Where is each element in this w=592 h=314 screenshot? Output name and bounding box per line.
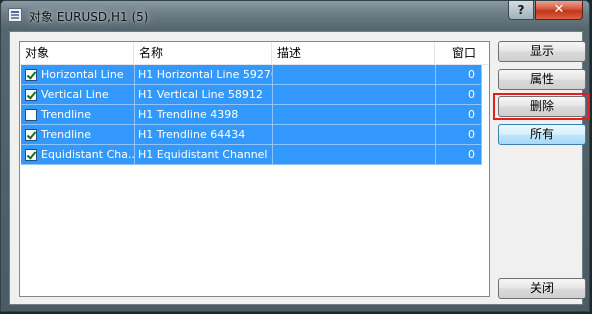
cell-window: 0 <box>436 145 482 165</box>
cell-description <box>273 105 436 125</box>
cell-object: Equidistant Cha... <box>21 145 135 165</box>
show-button[interactable]: 显示 <box>498 41 586 62</box>
list-header: 对象 名称 描述 窗口 <box>20 42 489 65</box>
cell-name: H1 Equidistant Channel ... <box>135 145 273 165</box>
close-button[interactable]: 关闭 <box>498 278 586 299</box>
cell-object: Trendline <box>21 125 135 145</box>
all-button[interactable]: 所有 <box>498 124 586 145</box>
cell-name: H1 Vertical Line 58912 <box>135 85 273 105</box>
cell-window: 0 <box>436 105 482 125</box>
table-row[interactable]: Horizontal Line H1 Horizontal Line 59276 0 <box>21 65 482 85</box>
cell-name: H1 Trendline 4398 <box>135 105 273 125</box>
title-bar[interactable]: 对象 EURUSD,H1 (5) ? ✕ <box>1 1 589 31</box>
cell-window: 0 <box>436 85 482 105</box>
object-type-label: Equidistant Cha... <box>41 148 135 161</box>
column-header-object[interactable]: 对象 <box>20 42 134 64</box>
dialog-client-area: 对象 名称 描述 窗口 Horizontal Line H1 Horizontal… <box>9 31 590 305</box>
window-title: 对象 EURUSD,H1 (5) <box>29 10 149 24</box>
cell-description <box>273 125 436 145</box>
window-close-button[interactable]: ✕ <box>535 1 583 20</box>
cell-window: 0 <box>436 125 482 145</box>
objects-list[interactable]: 对象 名称 描述 窗口 Horizontal Line H1 Horizontal… <box>19 41 490 297</box>
table-row[interactable]: Trendline H1 Trendline 64434 0 <box>21 125 482 145</box>
cell-name: H1 Trendline 64434 <box>135 125 273 145</box>
row-checkbox[interactable] <box>25 69 37 81</box>
table-row[interactable]: Equidistant Cha... H1 Equidistant Channel… <box>21 145 482 165</box>
window-app-icon <box>8 8 22 22</box>
row-checkbox[interactable] <box>25 149 37 161</box>
table-row[interactable]: Trendline H1 Trendline 4398 0 <box>21 105 482 125</box>
objects-dialog: 对象 EURUSD,H1 (5) ? ✕ 对象 名称 描述 窗口 Horizon… <box>0 0 590 312</box>
cell-object: Trendline <box>21 105 135 125</box>
row-checkbox[interactable] <box>25 89 37 101</box>
delete-button[interactable]: 删除 <box>498 96 586 117</box>
help-button[interactable]: ? <box>508 1 534 20</box>
cell-object: Horizontal Line <box>21 65 135 85</box>
cell-object: Vertical Line <box>21 85 135 105</box>
properties-button[interactable]: 属性 <box>498 69 586 90</box>
cell-description <box>273 85 436 105</box>
row-checkbox[interactable] <box>25 129 37 141</box>
column-header-description[interactable]: 描述 <box>272 42 435 64</box>
cell-description <box>273 145 436 165</box>
row-checkbox[interactable] <box>25 109 37 121</box>
column-header-name[interactable]: 名称 <box>134 42 272 64</box>
cell-window: 0 <box>436 65 482 85</box>
cell-name: H1 Horizontal Line 59276 <box>135 65 273 85</box>
column-header-window[interactable]: 窗口 <box>435 42 482 64</box>
table-row[interactable]: Vertical Line H1 Vertical Line 58912 0 <box>21 85 482 105</box>
cell-description <box>273 65 436 85</box>
